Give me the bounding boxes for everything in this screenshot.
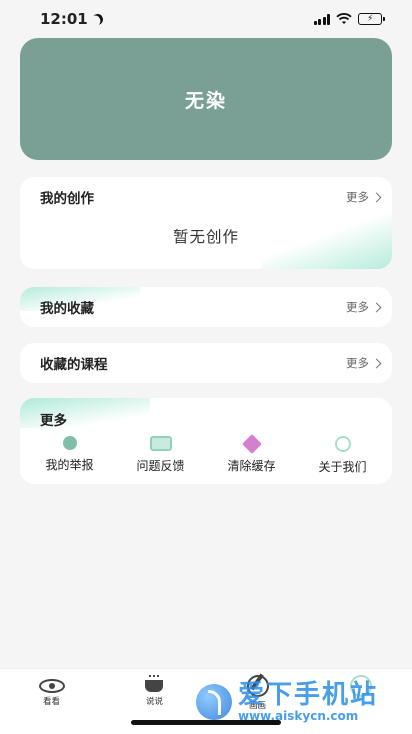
status-time: 12:01 bbox=[40, 10, 103, 28]
my-reports-label: 我的举报 bbox=[45, 458, 94, 472]
cup-icon bbox=[143, 675, 167, 693]
wifi-icon bbox=[336, 13, 352, 24]
tab-talk-label: 说说 bbox=[145, 697, 163, 707]
status-bar: 12:01 ⚡ bbox=[0, 0, 412, 38]
collected-courses-title: 收藏的课程 bbox=[40, 357, 108, 373]
tab-look[interactable]: 看看 bbox=[17, 675, 87, 734]
collected-courses-more-button[interactable]: 更多 bbox=[346, 355, 382, 371]
chevron-right-icon bbox=[371, 302, 382, 312]
feedback-label: 问题反馈 bbox=[136, 459, 185, 473]
status-icons: ⚡ bbox=[313, 13, 385, 25]
about-us-icon bbox=[334, 436, 351, 452]
profile-banner: 无染 bbox=[20, 38, 392, 160]
moon-icon bbox=[90, 11, 105, 26]
collected-courses-card[interactable]: 收藏的课程 更多 bbox=[20, 343, 392, 383]
watermark-logo-icon bbox=[196, 684, 232, 720]
time-text: 12:01 bbox=[40, 10, 88, 28]
chevron-right-icon bbox=[371, 358, 382, 368]
eye-icon bbox=[38, 679, 65, 693]
my-collection-card[interactable]: 我的收藏 更多 bbox=[20, 287, 392, 327]
clear-cache-button[interactable]: 清除缓存 bbox=[207, 434, 297, 475]
chevron-right-icon bbox=[371, 192, 382, 202]
my-creations-title: 我的创作 bbox=[40, 191, 94, 207]
tab-look-label: 看看 bbox=[42, 697, 60, 707]
banner-title: 无染 bbox=[184, 89, 227, 112]
my-collection-more-button[interactable]: 更多 bbox=[346, 299, 382, 315]
about-us-button[interactable]: 关于我们 bbox=[298, 434, 388, 475]
my-reports-button[interactable]: 我的举报 bbox=[25, 434, 115, 475]
clear-cache-label: 清除缓存 bbox=[227, 459, 276, 473]
my-creations-card: 我的创作 更多 暂无创作 bbox=[20, 177, 392, 269]
signal-icon bbox=[313, 13, 330, 25]
feedback-button[interactable]: 问题反馈 bbox=[116, 434, 206, 475]
empty-creations-text: 暂无创作 bbox=[172, 228, 239, 246]
my-creations-more-button[interactable]: 更多 bbox=[346, 189, 382, 205]
more-section-card: 更多 我的举报 问题反馈 清除缓存 关于我们 bbox=[20, 398, 392, 484]
feedback-icon bbox=[149, 436, 172, 451]
more-label: 更多 bbox=[346, 300, 369, 314]
about-us-label: 关于我们 bbox=[318, 460, 367, 474]
report-icon bbox=[62, 436, 77, 450]
clear-cache-icon bbox=[241, 434, 262, 454]
more-section-title: 更多 bbox=[40, 413, 67, 429]
more-label: 更多 bbox=[346, 190, 369, 204]
more-grid: 我的举报 问题反馈 清除缓存 关于我们 bbox=[20, 428, 392, 475]
watermark-title: 爱下手机站 bbox=[238, 680, 379, 710]
more-label: 更多 bbox=[346, 356, 369, 370]
battery-charging-icon: ⚡ bbox=[358, 13, 385, 25]
tab-talk[interactable]: 说说 bbox=[120, 675, 190, 734]
my-collection-title: 我的收藏 bbox=[40, 301, 94, 317]
home-indicator[interactable] bbox=[131, 720, 281, 725]
